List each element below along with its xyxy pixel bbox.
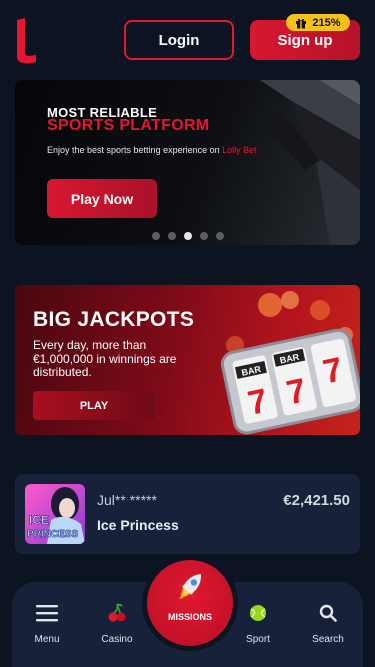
winner-username: Jul** *****	[97, 492, 157, 508]
missions-label: MISSIONS	[167, 612, 212, 622]
nav-label-menu: Menu	[34, 634, 60, 645]
missions-button[interactable]: MISSIONS	[147, 560, 233, 646]
hero-decoration	[260, 80, 360, 245]
rocket-icon	[176, 573, 201, 601]
jackpot-play-button[interactable]: PLAY	[33, 391, 155, 420]
slider-dot-1[interactable]	[152, 232, 160, 240]
ice-princess-thumbnail[interactable]: ICE PRINCESS	[25, 484, 85, 544]
login-button[interactable]: Login	[124, 20, 234, 60]
nav-item-casino[interactable]: Casino	[87, 582, 147, 667]
gift-icon	[296, 18, 307, 28]
bonus-badge-text: 215%	[312, 16, 341, 29]
hero-title: SPORTS PLATFORM	[47, 117, 210, 134]
slider-dot-2[interactable]	[168, 232, 176, 240]
tennis-ball-icon	[250, 605, 266, 621]
slider-dot-4[interactable]	[200, 232, 208, 240]
jackpot-title: BIG JACKPOTS	[33, 308, 195, 331]
svg-text:PRINCESS: PRINCESS	[27, 529, 78, 540]
hero-description-text: Enjoy the best sports betting experience…	[47, 145, 220, 155]
nav-item-menu[interactable]: Menu	[17, 582, 77, 667]
winner-amount: €2,421.50	[283, 492, 350, 509]
hero-description: Enjoy the best sports betting experience…	[47, 145, 257, 155]
bonus-badge: 215%	[286, 14, 350, 31]
winner-game-title[interactable]: Ice Princess	[97, 517, 179, 533]
nav-label-casino: Casino	[101, 634, 133, 645]
hero-brand-name: Lolly Bet	[222, 145, 257, 155]
slot-machine-illustration: BAR BAR 7 7 7	[220, 291, 360, 435]
nav-label-sport: Sport	[246, 634, 270, 645]
svg-text:ICE: ICE	[29, 513, 49, 527]
cherries-icon	[108, 603, 126, 622]
slider-dot-5[interactable]	[216, 232, 224, 240]
nav-label-search: Search	[312, 634, 344, 645]
slider-dots	[152, 232, 224, 240]
slider-dot-3[interactable]	[184, 232, 192, 240]
hamburger-icon	[36, 605, 58, 622]
play-now-button[interactable]: Play Now	[47, 179, 157, 218]
hero-slide[interactable]: MOST RELIABLE SPORTS PLATFORM Enjoy the …	[15, 80, 360, 245]
nav-item-search[interactable]: Search	[298, 582, 358, 667]
search-icon	[319, 604, 337, 622]
brand-logo[interactable]	[14, 18, 38, 64]
jackpot-banner[interactable]: BIG JACKPOTS Every day, more than €1,000…	[15, 285, 360, 435]
recent-winner-card[interactable]: ICE PRINCESS Jul** ***** Ice Princess €2…	[15, 474, 360, 554]
jackpot-description: Every day, more than €1,000,000 in winni…	[33, 338, 177, 379]
